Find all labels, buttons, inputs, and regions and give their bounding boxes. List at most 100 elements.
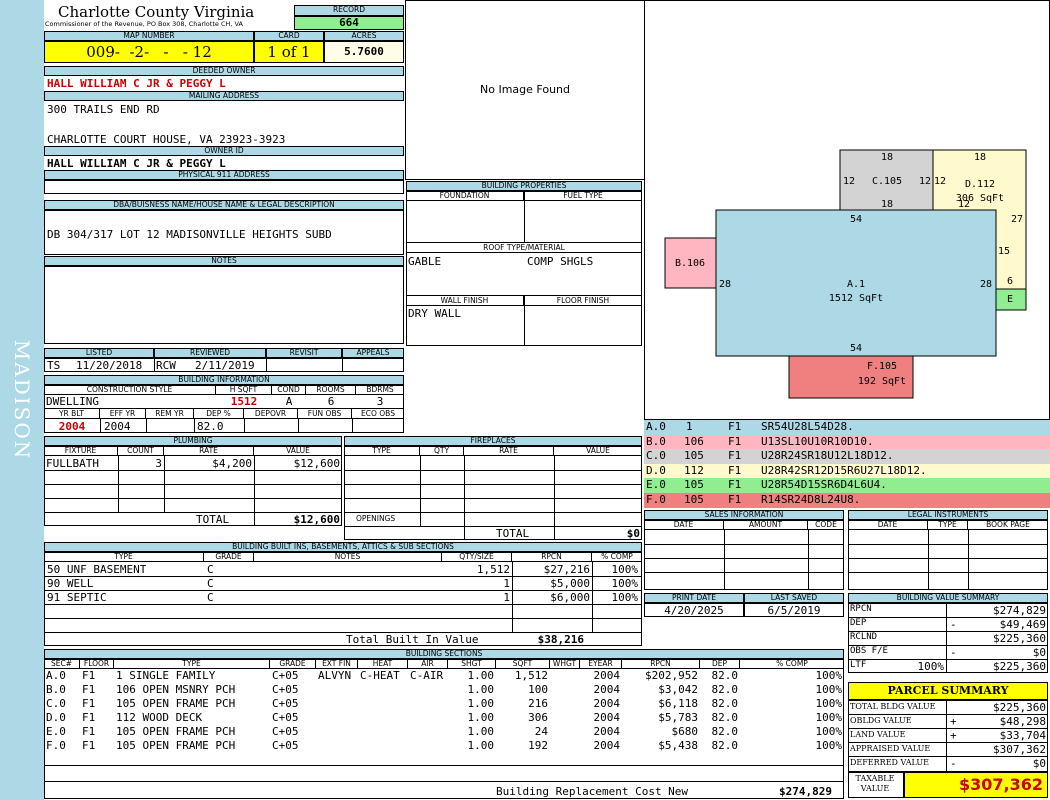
value-summary-label: BUILDING VALUE SUMMARY <box>848 593 1048 603</box>
fp-h-value: VALUE <box>554 446 642 456</box>
section-sec: E.0 <box>46 725 66 738</box>
builtins-total-label: Total Built In Value <box>346 633 479 646</box>
section-dep: 82.0 <box>711 725 739 738</box>
segment-row-d: D.0 112 F1 U28R42SR12D15R6U27L18D12. <box>644 463 1050 479</box>
floor-finish-label: FLOOR FINISH <box>524 295 642 306</box>
section-comp: 100% <box>815 683 843 696</box>
roof-type: GABLE <box>408 255 442 268</box>
foundation-label: FOUNDATION <box>406 191 524 201</box>
sketch-label: 18 <box>974 152 986 163</box>
sales-h-amount: AMOUNT <box>724 520 808 530</box>
builtin-type: 50 UNF BASEMENT <box>47 563 147 576</box>
vs-label: RPCN <box>850 604 872 614</box>
section-eyear: 2004 <box>593 669 621 682</box>
sections-total-label: Building Replacement Cost New <box>496 785 689 798</box>
h-fixture: FIXTURE <box>44 446 118 456</box>
builtin-rpcn: $5,000 <box>550 577 590 590</box>
plumbing-value: $12,600 <box>293 457 340 470</box>
wall-finish: DRY WALL <box>408 307 461 320</box>
builtin-qty: 1 <box>503 577 510 590</box>
print-date: 4/20/2025 <box>644 603 744 617</box>
last-saved-label: LAST SAVED <box>744 593 844 603</box>
section-comp: 100% <box>815 669 843 682</box>
section-grade: C+05 <box>272 711 299 724</box>
sidebar-label: MADISON <box>10 339 34 461</box>
section-eyear: 2004 <box>593 711 621 724</box>
h-count: COUNT <box>118 446 164 456</box>
h-yrblt: YR BLT <box>44 409 100 419</box>
h-value: VALUE <box>254 446 342 456</box>
section-shgt: 1.00 <box>467 725 495 738</box>
sections-h-type: TYPE <box>114 659 270 669</box>
section-sec: C.0 <box>46 697 66 710</box>
section-sec: D.0 <box>46 711 66 724</box>
section-shgt: 1.00 <box>467 683 495 696</box>
builtin-type: 90 WELL <box>47 577 94 590</box>
sketch-label: A.1 <box>847 279 865 290</box>
sketch-label: 12 <box>958 199 970 210</box>
vs-label: OBS F/E <box>850 646 888 656</box>
sketch-label: C.105 <box>872 176 902 187</box>
builtin-qty: 1,512 <box>476 563 510 576</box>
record-value: 664 <box>294 16 404 30</box>
section-grade: C+05 <box>272 697 299 710</box>
section-heat: C-HEAT <box>360 669 400 682</box>
taxable-label: TAXABLE VALUE <box>855 774 895 793</box>
ps-label: OBLDG VALUE <box>850 716 912 725</box>
section-dep: 82.0 <box>711 697 739 710</box>
section-rpcn: $680 <box>671 725 699 738</box>
section-comp: 100% <box>815 697 843 710</box>
sections-h-air: AIR <box>408 659 448 669</box>
plumbing-rate: $4,200 <box>212 457 252 470</box>
sections-h-rpcn: RPCN <box>622 659 700 669</box>
vs-label: LTF <box>850 660 867 670</box>
sections-label: BUILDING SECTIONS <box>44 649 844 659</box>
section-sec: B.0 <box>46 683 66 696</box>
section-floor: F1 <box>82 725 96 738</box>
plumbing-count: 3 <box>155 457 162 470</box>
section-comp: 100% <box>815 739 843 752</box>
mailing-line2: CHARLOTTE COURT HOUSE, VA 23923-3923 <box>47 133 286 146</box>
sections-h-comp: % COMP <box>740 659 844 669</box>
sketch-label: 28 <box>980 279 992 290</box>
section-floor: F1 <box>82 697 96 710</box>
fireplaces-label: FIREPLACES <box>344 436 642 446</box>
sections-h-extfin: EXT FIN <box>316 659 358 669</box>
li-h-type: TYPE <box>928 520 968 530</box>
sketch-label: 12 <box>919 176 931 187</box>
builtin-grade: C <box>207 577 214 590</box>
sales-h-date: DATE <box>644 520 724 530</box>
section-eyear: 2004 <box>593 739 621 752</box>
sketch-label: 192 SqFt <box>858 376 906 387</box>
vs-label: DEP <box>850 618 867 628</box>
sketch-label: 54 <box>850 214 862 225</box>
sketch-label: 18 <box>881 199 893 210</box>
vs-value: $49,469 <box>999 618 1046 631</box>
builtins-label: BUILDING BUILT INS, BASEMENTS, ATTICS & … <box>44 542 642 552</box>
bi-h-notes: NOTES <box>254 552 442 562</box>
vs-value: $225,360 <box>993 660 1046 673</box>
sketch-label: 12 <box>843 176 855 187</box>
section-comp: 100% <box>815 711 843 724</box>
section-dep: 82.0 <box>711 683 739 696</box>
bi-h-comp: % COMP <box>592 552 642 562</box>
sketch-label: 28 <box>719 279 731 290</box>
owner-id: HALL WILLIAM C JR & PEGGY L <box>47 157 226 170</box>
ps-label: LAND VALUE <box>850 730 906 739</box>
roof-label: ROOF TYPE/MATERIAL <box>406 242 642 253</box>
section-type: 105 OPEN FRAME PCH <box>116 725 236 738</box>
sketch-label: 12 <box>934 176 946 187</box>
fp-h-qty: QTY <box>420 446 464 456</box>
h-dep: DEP % <box>194 409 244 419</box>
vs-value: $225,360 <box>993 632 1046 645</box>
sections-h-heat: HEAT <box>358 659 408 669</box>
ps-value: $225,360 <box>993 701 1046 714</box>
segment-row-e: E.0 105 F1 U28R54D15SR6D4L6U4. <box>644 478 1050 493</box>
plumbing-total: $12,600 <box>293 513 340 526</box>
section-floor: F1 <box>82 739 96 752</box>
section-rpcn: $6,118 <box>658 697 698 710</box>
h-effyr: EFF YR <box>100 409 146 419</box>
section-sqft: 1,512 <box>514 669 548 682</box>
fireplaces-total: $0 <box>626 527 640 540</box>
building-info-label: BUILDING INFORMATION <box>44 375 404 385</box>
